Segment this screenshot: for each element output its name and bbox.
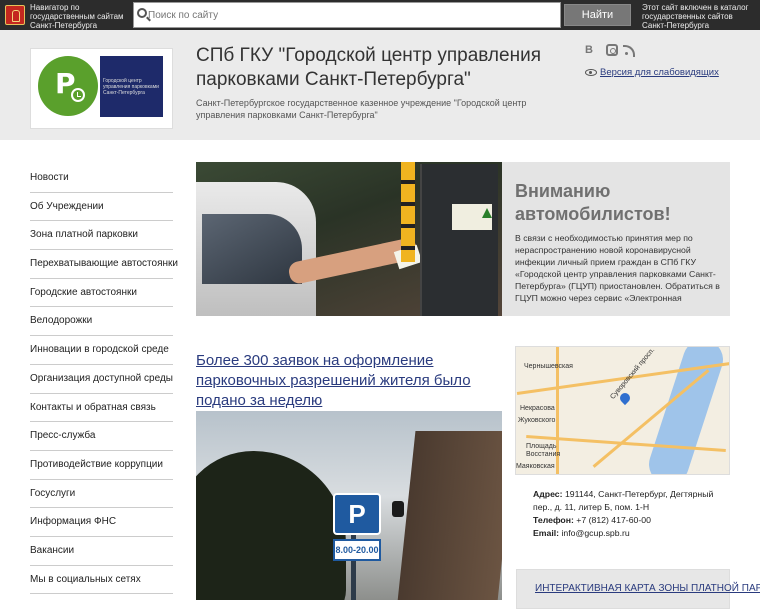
car-shape	[196, 182, 316, 316]
map-label: Некрасова	[520, 405, 555, 412]
logo[interactable]: P Городской центр управления парковками …	[30, 48, 173, 129]
parking-sign-icon: P	[333, 493, 381, 535]
email-line: Email: info@gcup.spb.ru	[533, 527, 723, 540]
location-map[interactable]: Чернышевская Некрасова Жуковского Площад…	[515, 346, 730, 475]
logo-caption: Городской центр управления парковками Са…	[103, 78, 159, 96]
contacts-block: Адрес: 191144, Санкт-Петербург, Дегтярны…	[533, 488, 723, 540]
interactive-map-panel: ИНТЕРАКТИВНАЯ КАРТА ЗОНЫ ПЛАТНОЙ ПАРКОВК…	[516, 569, 760, 609]
sidebar-item-bike-lanes[interactable]: Велодорожки	[30, 307, 173, 337]
phone-line: Телефон: +7 (812) 417-60-00	[533, 514, 723, 527]
parking-ticket-photo[interactable]	[196, 162, 502, 316]
car-window	[202, 214, 302, 284]
top-bar: Навигатор по государственным сайтам Санк…	[0, 0, 760, 30]
sidebar-item-accessibility[interactable]: Организация доступной среды	[30, 365, 173, 394]
catalog-link[interactable]: Этот сайт включен в каталог государствен…	[642, 3, 757, 30]
sidebar-item-contacts[interactable]: Контакты и обратная связь	[30, 394, 173, 423]
instagram-icon[interactable]	[606, 44, 618, 56]
news-headline[interactable]: Более 300 заявок на оформление парковочн…	[196, 351, 506, 411]
sidebar-item-news[interactable]: Новости	[30, 164, 173, 193]
sidebar-item-park-and-ride[interactable]: Перехватывающие автостоянки	[30, 250, 178, 279]
parking-hours-sign: 8.00-20.00	[333, 539, 381, 561]
parking-logo-icon: P	[38, 56, 98, 116]
barrier-pole	[401, 162, 415, 262]
sidebar-item-about[interactable]: Об Учреждении	[30, 193, 173, 222]
sidebar-menu: Новости Об Учреждении Зона платной парко…	[30, 164, 178, 595]
building-shape	[396, 431, 502, 600]
clock-icon	[71, 88, 85, 102]
email-label: Email:	[533, 528, 560, 538]
sidebar-item-press[interactable]: Пресс-служба	[30, 422, 173, 451]
parking-sign-photo[interactable]: P 8.00-20.00	[196, 411, 502, 600]
address-line: Адрес: 191144, Санкт-Петербург, Дегтярны…	[533, 488, 723, 514]
sidebar-item-social[interactable]: Мы в социальных сетях	[30, 566, 173, 595]
accessibility-version-link[interactable]: Версия для слабовидящих	[600, 67, 719, 78]
vk-icon[interactable]: В	[585, 44, 597, 56]
sidebar-item-vacancies[interactable]: Вакансии	[30, 537, 173, 566]
address-label: Адрес:	[533, 489, 563, 499]
page-title: СПб ГКУ "Городской центр управления парк…	[196, 45, 541, 90]
sidebar-item-paid-parking[interactable]: Зона платной парковки	[30, 221, 173, 251]
search-input[interactable]	[148, 6, 548, 24]
sidebar-item-public-services[interactable]: Госуслуги	[30, 480, 173, 509]
street-lamp	[392, 501, 404, 517]
search-icon	[137, 8, 147, 18]
navigator-link[interactable]: Навигатор по государственным сайтам Санк…	[30, 3, 130, 30]
logo-panel: Городской центр управления парковками Са…	[100, 56, 163, 117]
map-label: Жуковского	[518, 417, 556, 424]
rss-icon[interactable]	[623, 44, 637, 57]
interactive-map-link[interactable]: ИНТЕРАКТИВНАЯ КАРТА ЗОНЫ ПЛАТНОЙ ПАРКОВК…	[535, 583, 760, 594]
eye-icon	[585, 69, 597, 76]
arrow-up-icon	[482, 208, 492, 218]
parking-machine	[420, 164, 498, 316]
phone-label: Телефон:	[533, 515, 574, 525]
page-subtitle: Санкт-Петербургское государственное казе…	[196, 98, 527, 120]
sidebar-item-innovations[interactable]: Инновации в городской среде	[30, 336, 173, 365]
attention-text: В связи с необходимостью принятия мер по…	[515, 233, 720, 303]
search-button[interactable]: Найти	[564, 4, 631, 26]
coat-of-arms-icon[interactable]	[5, 5, 25, 25]
map-label: Чернышевская	[524, 363, 573, 370]
tree-shape	[196, 451, 346, 600]
map-label: Маяковская	[516, 463, 555, 470]
search-box	[133, 2, 561, 28]
sidebar-item-anti-corruption[interactable]: Противодействие коррупции	[30, 451, 173, 480]
phone-value[interactable]: +7 (812) 417-60-00	[576, 515, 651, 525]
attention-title: Вниманию автомобилистов!	[515, 181, 671, 224]
map-label: Площадь Восстания	[526, 443, 561, 458]
attention-panel[interactable]: Вниманию автомобилистов! В связи с необх…	[502, 162, 730, 316]
email-value[interactable]: info@gcup.spb.ru	[562, 528, 630, 538]
sidebar-item-tax-info[interactable]: Информация ФНС	[30, 508, 173, 537]
sidebar-item-city-parking[interactable]: Городские автостоянки	[30, 279, 173, 308]
